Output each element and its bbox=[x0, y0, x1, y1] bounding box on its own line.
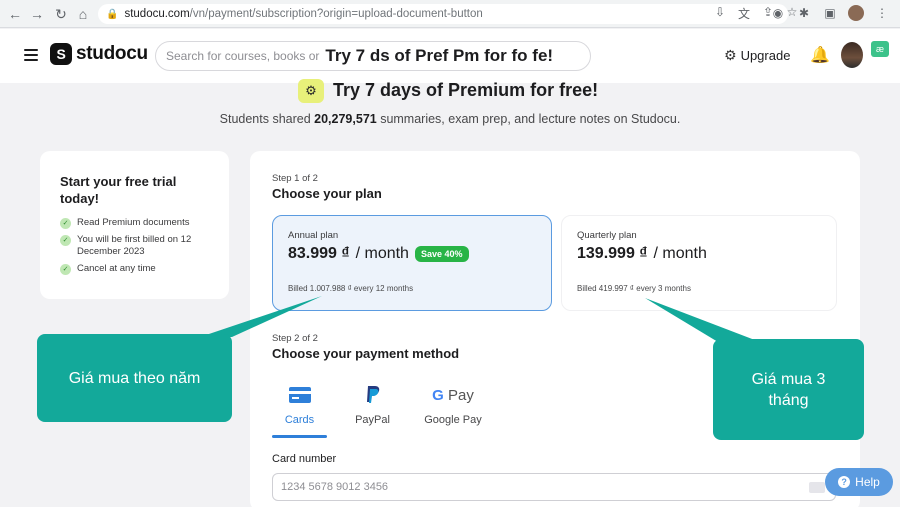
browser-toolbar: ← → ↻ ⌂ 🔒 studocu.com/vn/payment/subscri… bbox=[0, 0, 900, 28]
tab-google-pay[interactable]: G Pay Google Pay bbox=[418, 384, 488, 438]
tab-cards[interactable]: Cards bbox=[272, 384, 327, 438]
free-trial-card: Start your free trial today! ✓ Read Prem… bbox=[40, 151, 229, 299]
bell-icon[interactable]: 🔔 bbox=[810, 45, 830, 65]
plan-billed-text: Billed 1.007.988 ₫ every 12 months bbox=[288, 284, 414, 293]
payment-method-tabs: Cards PayPal G Pay Google Pay bbox=[272, 384, 488, 438]
question-icon: ? bbox=[838, 476, 851, 488]
plan-step-label: Step 1 of 2 bbox=[272, 173, 318, 184]
check-icon: ✓ bbox=[60, 234, 71, 246]
subtitle-prefix: Students shared bbox=[219, 112, 315, 126]
upgrade-button[interactable]: ⚙ Upgrade bbox=[724, 47, 790, 64]
quarterly-plan-option[interactable]: Quarterly plan 139.999 ₫ / month Billed … bbox=[561, 215, 837, 311]
studocu-logo-icon: S bbox=[50, 43, 72, 65]
studocu-logo[interactable]: S studocu bbox=[50, 43, 148, 65]
trial-benefit-text: Cancel at any time bbox=[77, 262, 156, 274]
check-icon: ✓ bbox=[60, 263, 71, 275]
save-badge: Save 40% bbox=[414, 246, 469, 262]
plan-price-value: 139.999 ₫ bbox=[577, 245, 648, 262]
trial-benefit-item: ✓ You will be first billed on 12 Decembe… bbox=[60, 234, 209, 259]
hamburger-menu-icon[interactable] bbox=[24, 49, 38, 61]
upgrade-label: Upgrade bbox=[740, 48, 791, 63]
sidepanel-icon[interactable]: ▣ bbox=[822, 6, 838, 20]
plan-price-value: 83.999 ₫ bbox=[288, 245, 350, 262]
card-brand-icon bbox=[809, 482, 825, 493]
plan-price: 139.999 ₫ / month bbox=[577, 245, 821, 263]
payment-step-label: Step 2 of 2 bbox=[272, 333, 318, 344]
url-path: /vn/payment/subscription?origin=upload-d… bbox=[189, 8, 483, 20]
plan-billed-text: Billed 419.997 ₫ every 3 months bbox=[577, 284, 691, 293]
card-number-input[interactable]: 1234 5678 9012 3456 bbox=[272, 473, 836, 501]
annual-price-callout-text: Giá mua theo năm bbox=[68, 369, 201, 387]
trial-benefit-text: You will be first billed on 12 December … bbox=[77, 233, 192, 258]
payment-step-title: Choose your payment method bbox=[272, 346, 460, 361]
plan-name: Quarterly plan bbox=[577, 230, 637, 241]
plan-price-unit: / month bbox=[653, 245, 707, 262]
plan-price-unit: / month bbox=[355, 245, 409, 262]
page-subtitle: Students shared 20,279,571 summaries, ex… bbox=[0, 112, 900, 126]
google-pay-icon: G Pay bbox=[432, 386, 474, 404]
puzzle-icon[interactable]: ✱ bbox=[796, 6, 812, 20]
tab-paypal-label: PayPal bbox=[355, 414, 390, 426]
search-placeholder: Search for courses, books or bbox=[166, 49, 320, 63]
gear-icon: ⚙ bbox=[724, 47, 737, 63]
credit-card-icon bbox=[272, 384, 327, 406]
back-icon[interactable]: ← bbox=[4, 3, 26, 25]
plan-step-title: Choose your plan bbox=[272, 186, 382, 201]
trial-benefit-text: Read Premium documents bbox=[77, 217, 190, 228]
card-number-placeholder: 1234 5678 9012 3456 bbox=[281, 481, 389, 493]
plan-price: 83.999 ₫ / month Save 40% bbox=[288, 245, 536, 263]
install-icon[interactable]: ⇩ bbox=[712, 5, 728, 22]
menu-dots-icon[interactable]: ⋮ bbox=[874, 6, 890, 20]
tab-cards-label: Cards bbox=[284, 414, 315, 426]
trial-benefit-item: ✓ Cancel at any time bbox=[60, 263, 209, 276]
logo-text: studocu bbox=[76, 43, 148, 64]
reload-icon[interactable]: ↻ bbox=[50, 3, 72, 25]
annual-price-callout: Giá mua theo năm bbox=[37, 334, 232, 422]
premium-gear-icon: ⚙ bbox=[298, 79, 324, 103]
search-input[interactable]: Search for courses, books or Try 7 ds of… bbox=[155, 41, 591, 71]
search-overlay-text: Try 7 ds of Pref Pm for fo fe! bbox=[325, 46, 554, 65]
extension-badge-icon[interactable]: æ bbox=[871, 41, 889, 57]
forward-icon[interactable]: → bbox=[26, 3, 48, 25]
help-button[interactable]: ? Help bbox=[825, 468, 893, 496]
address-bar[interactable]: 🔒 studocu.com/vn/payment/subscription?or… bbox=[98, 4, 788, 24]
subtitle-suffix: summaries, exam prep, and lecture notes … bbox=[376, 112, 681, 126]
page-title: Try 7 days of Premium for free! bbox=[333, 80, 599, 100]
user-avatar[interactable] bbox=[841, 42, 863, 68]
subtitle-count: 20,279,571 bbox=[314, 112, 377, 126]
help-label: Help bbox=[855, 475, 880, 489]
check-icon: ✓ bbox=[60, 218, 71, 229]
trial-benefit-item: ✓ Read Premium documents bbox=[60, 217, 209, 230]
extension-icon[interactable]: ◉ bbox=[770, 6, 786, 20]
tab-google-pay-label: Google Pay bbox=[424, 414, 482, 426]
plan-name: Annual plan bbox=[288, 230, 339, 241]
home-icon[interactable]: ⌂ bbox=[72, 3, 94, 25]
quarterly-price-callout: Giá mua 3 tháng bbox=[713, 339, 864, 440]
paypal-icon bbox=[345, 384, 400, 406]
site-header: S studocu Search for courses, books or T… bbox=[0, 29, 900, 83]
translate-icon[interactable]: 文 bbox=[736, 5, 752, 22]
annual-plan-option[interactable]: Annual plan 83.999 ₫ / month Save 40% Bi… bbox=[272, 215, 552, 311]
tab-paypal[interactable]: PayPal bbox=[345, 384, 400, 438]
trial-title: Start your free trial today! bbox=[60, 174, 177, 206]
card-number-label: Card number bbox=[272, 453, 337, 465]
profile-avatar-icon[interactable] bbox=[848, 5, 864, 21]
checkout-panel: Step 1 of 2 Choose your plan Annual plan… bbox=[250, 151, 860, 507]
lock-icon: 🔒 bbox=[106, 8, 119, 20]
url-host: studocu.com bbox=[124, 8, 190, 20]
quarterly-price-callout-text: Giá mua 3 tháng bbox=[751, 370, 826, 409]
